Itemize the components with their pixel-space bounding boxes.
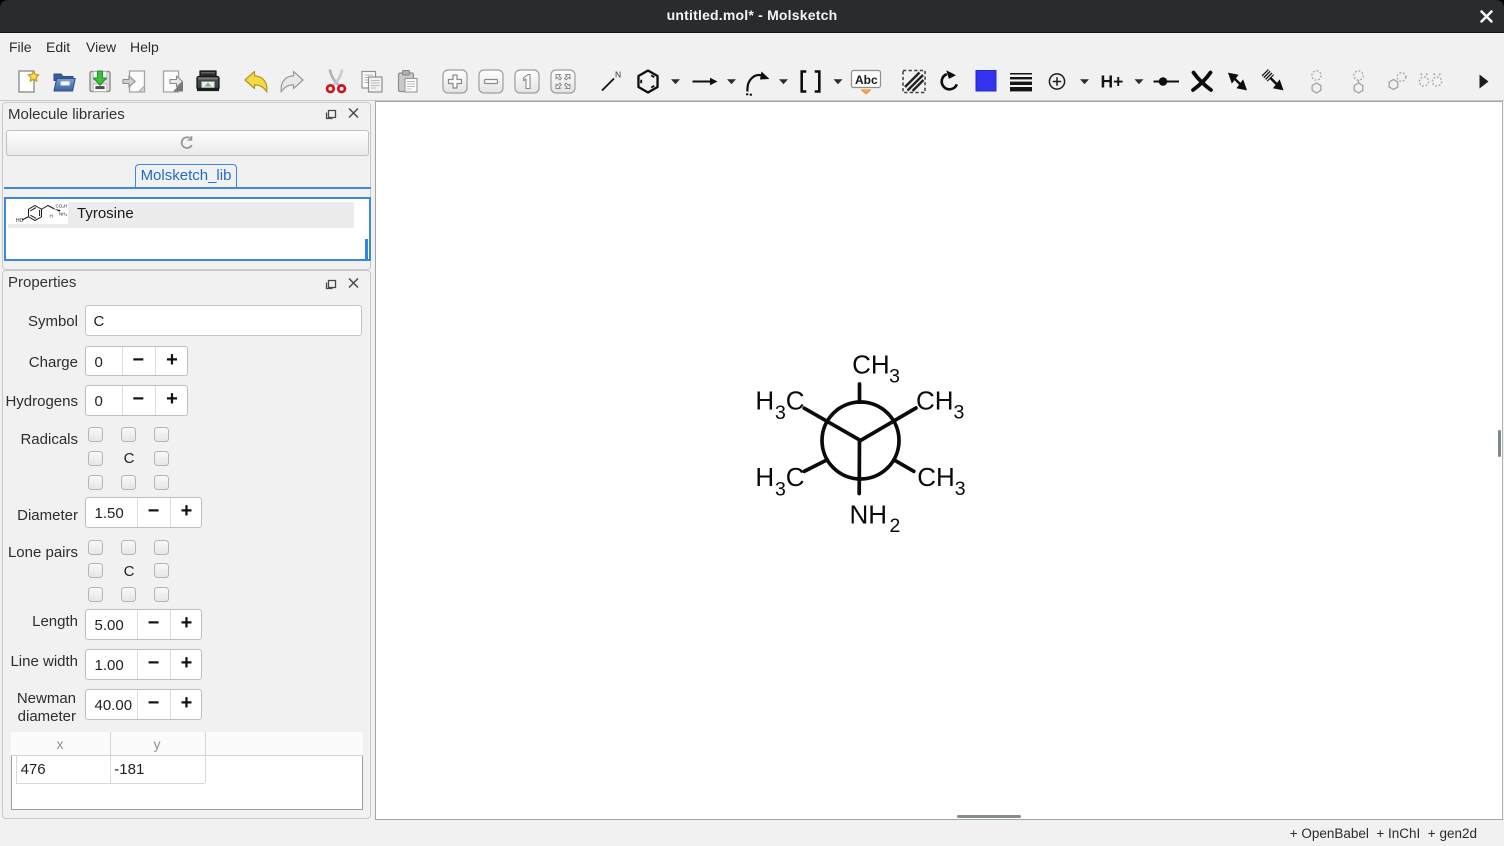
svg-text:H+: H+: [1101, 72, 1124, 92]
svg-text:CO₂H: CO₂H: [56, 204, 68, 209]
svg-text:N: N: [615, 70, 621, 80]
svg-text:H: H: [755, 462, 774, 492]
svg-text:Abc: Abc: [855, 73, 878, 87]
svg-text:2: 2: [890, 515, 901, 537]
svg-text:CH: CH: [852, 350, 890, 380]
svg-text:NH₂: NH₂: [59, 212, 67, 217]
svg-text:3: 3: [889, 366, 900, 388]
svg-text:H: H: [755, 386, 774, 416]
svg-text:CH: CH: [916, 386, 954, 416]
svg-text:NH: NH: [850, 500, 888, 530]
svg-text:3: 3: [954, 402, 965, 424]
svg-text:C: C: [786, 462, 805, 492]
svg-text:3: 3: [775, 402, 786, 424]
svg-text:C: C: [786, 386, 805, 416]
svg-text:CH: CH: [917, 462, 955, 492]
svg-text:HO: HO: [16, 218, 24, 224]
svg-text:H: H: [50, 214, 53, 219]
svg-text:3: 3: [775, 479, 786, 501]
svg-text:3: 3: [955, 478, 966, 500]
